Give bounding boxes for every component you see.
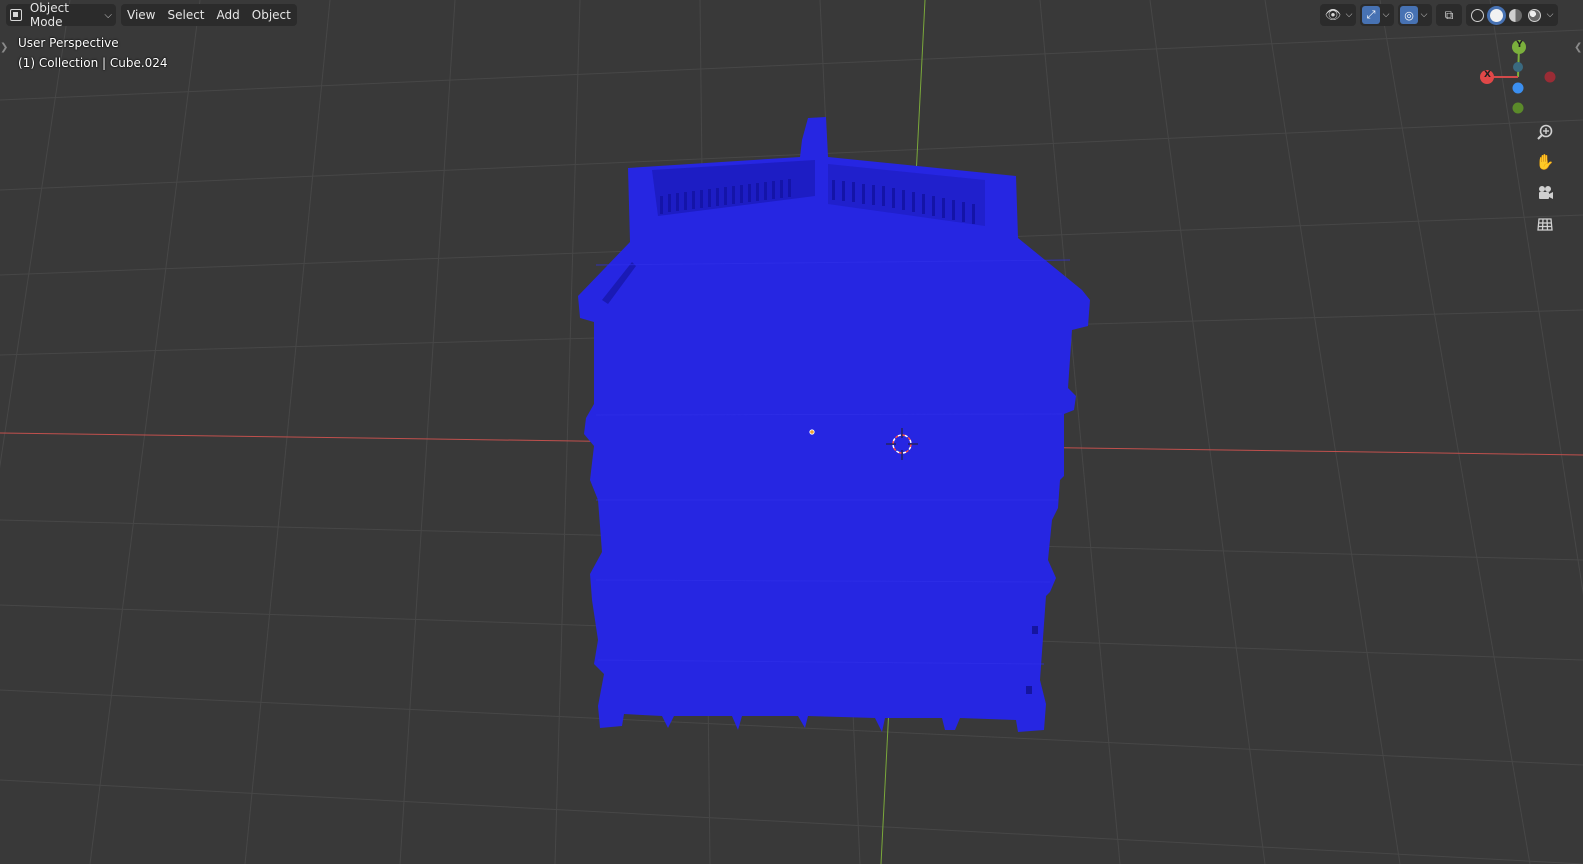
chevron-down-icon: ⌵: [1420, 10, 1428, 20]
object-origin: [809, 429, 815, 435]
xray-toggle[interactable]: ⧉: [1436, 4, 1462, 26]
grid-icon[interactable]: [1531, 210, 1559, 238]
gizmo-icon: ⤢: [1362, 6, 1380, 24]
viewport-tools: 👁 ⌵ ⤢ ⌵ ◎ ⌵ ⧉ ⌵: [1316, 4, 1558, 26]
gizmo-x-label: X: [1484, 70, 1491, 80]
mode-dropdown[interactable]: Object Mode ⌵: [6, 1, 116, 29]
selected-mesh-object[interactable]: [578, 117, 1090, 732]
overlays-toggle[interactable]: ◎ ⌵: [1398, 4, 1432, 26]
eye-icon: 👁: [1324, 7, 1342, 23]
gizmo-toggle[interactable]: ⤢ ⌵: [1360, 4, 1394, 26]
hand-icon[interactable]: ✋: [1531, 148, 1559, 176]
menu-add[interactable]: Add: [211, 4, 246, 26]
mode-label: Object Mode: [29, 1, 69, 29]
wireframe-shading-icon[interactable]: [1471, 8, 1484, 22]
menu-object[interactable]: Object: [246, 4, 297, 26]
gizmo-y-label: Y: [1516, 40, 1523, 50]
chevron-down-icon: ⌵: [1345, 10, 1353, 20]
3d-viewport[interactable]: [0, 0, 1583, 864]
overlays-icon: ◎: [1400, 6, 1418, 24]
view-perspective-label: User Perspective: [18, 36, 119, 50]
rendered-shading-icon[interactable]: [1528, 8, 1541, 22]
visibility-dropdown[interactable]: 👁 ⌵: [1320, 4, 1356, 26]
active-object-label: (1) Collection | Cube.024: [18, 56, 168, 70]
zoom-icon[interactable]: [1531, 118, 1559, 146]
toolbar-expand-icon[interactable]: ❯: [0, 42, 8, 53]
menu-select[interactable]: Select: [161, 4, 210, 26]
chevron-down-icon: ⌵: [104, 9, 112, 21]
camera-icon[interactable]: [1531, 179, 1559, 207]
sidebar-expand-icon[interactable]: ❮: [1574, 42, 1582, 53]
chevron-down-icon[interactable]: ⌵: [1544, 4, 1556, 26]
xray-icon: ⧉: [1444, 7, 1454, 22]
header-menu: View Select Add Object: [121, 4, 297, 26]
object-mode-icon: [10, 9, 22, 21]
material-shading-icon[interactable]: [1509, 8, 1522, 22]
menu-view[interactable]: View: [121, 4, 161, 26]
shading-modes: ⌵: [1466, 4, 1558, 26]
chevron-down-icon: ⌵: [1382, 10, 1390, 20]
solid-shading-icon[interactable]: [1490, 8, 1503, 22]
